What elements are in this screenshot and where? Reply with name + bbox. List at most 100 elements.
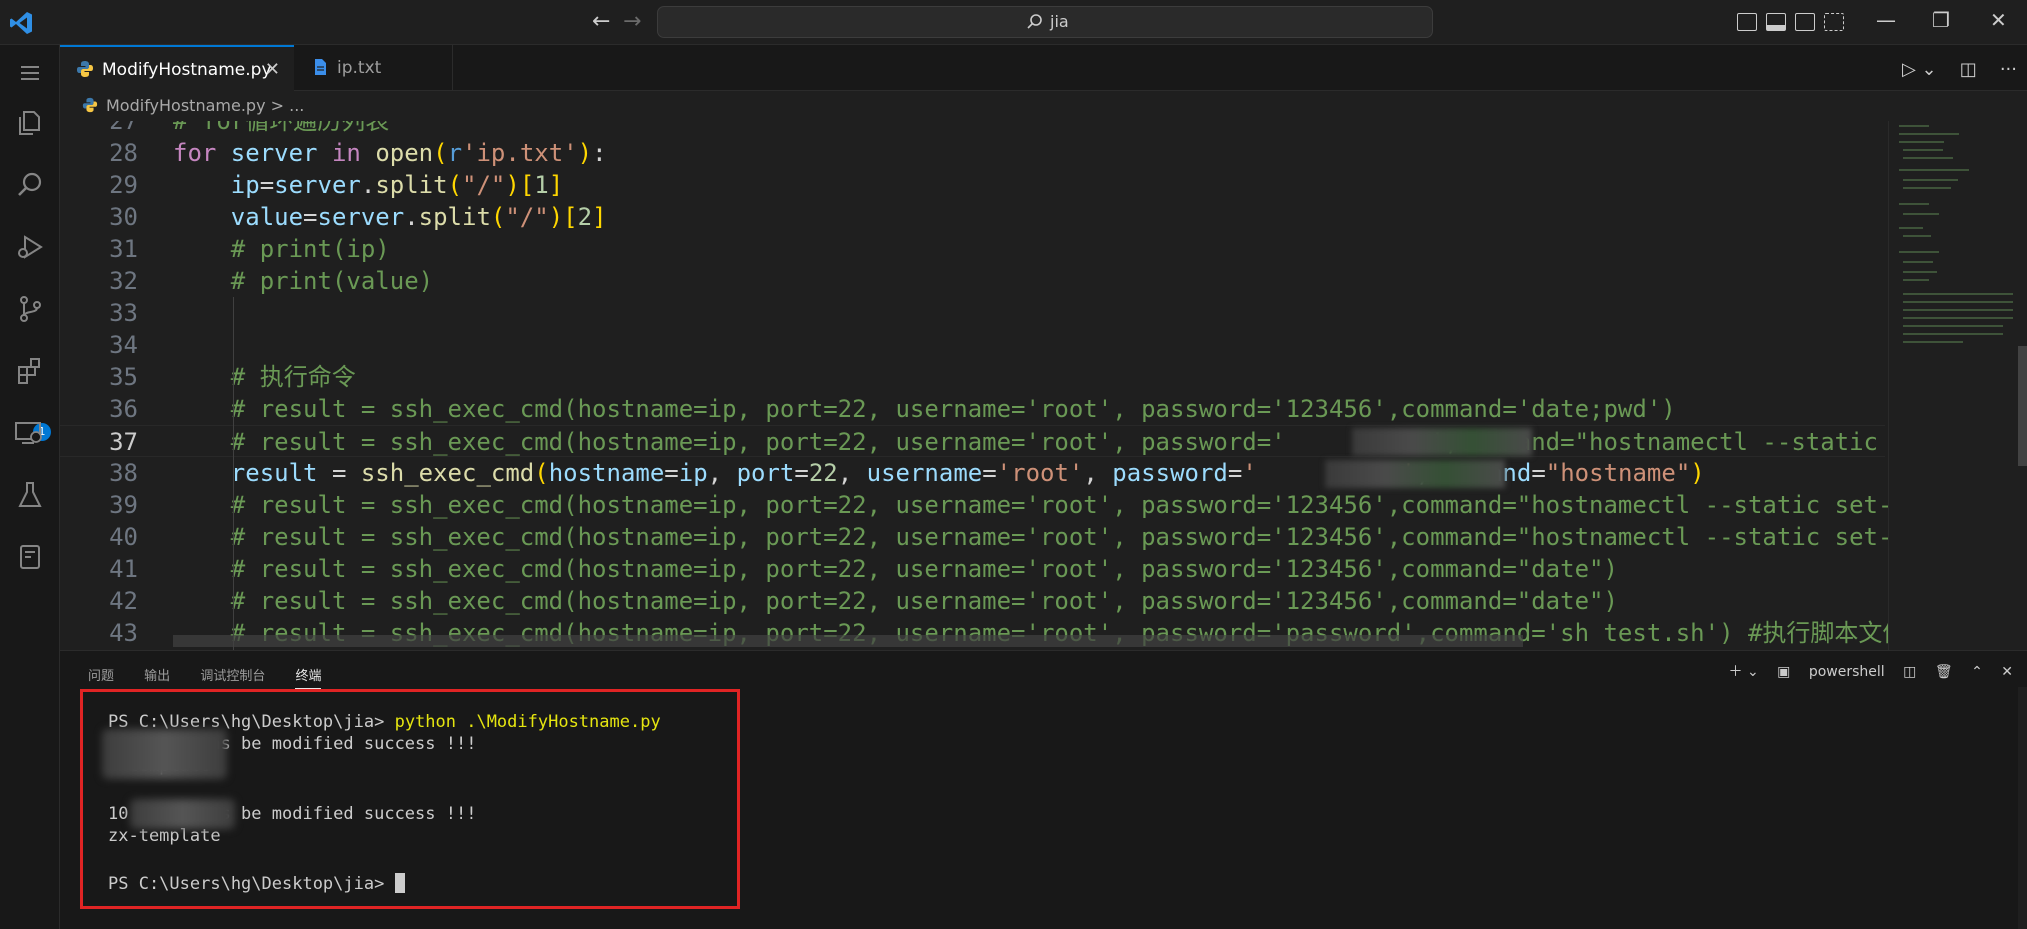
- code-line[interactable]: 27 # for循环遍历列表: [60, 121, 1885, 137]
- code-token: "/": [505, 203, 549, 231]
- split-editor-icon[interactable]: ◫: [1960, 59, 1977, 80]
- toggle-secondary-sidebar-icon[interactable]: [1795, 13, 1815, 31]
- restore-icon[interactable]: ❐: [1932, 8, 1950, 32]
- kill-terminal-icon[interactable]: 🗑: [1935, 664, 1953, 680]
- toggle-primary-sidebar-icon[interactable]: [1737, 13, 1757, 31]
- code-token: split: [375, 171, 448, 199]
- code-token: ,: [707, 459, 737, 487]
- code-token: ): [577, 139, 593, 167]
- remote-device-icon[interactable]: [14, 541, 46, 573]
- testing-icon[interactable]: [14, 479, 46, 511]
- code-line[interactable]: 34: [60, 329, 1885, 361]
- code-line[interactable]: 39 # result = ssh_exec_cmd(hostname=ip, …: [60, 489, 2027, 521]
- code-token: server: [230, 139, 332, 167]
- code-token: =: [259, 171, 275, 199]
- python-file-icon: [77, 61, 93, 77]
- toggle-panel-icon[interactable]: [1766, 13, 1786, 31]
- close-tab-icon[interactable]: ✕: [265, 47, 280, 93]
- command-center-search[interactable]: jia: [657, 6, 1433, 38]
- close-window-icon[interactable]: ✕: [1990, 8, 2007, 32]
- extensions-icon[interactable]: [14, 355, 46, 387]
- new-terminal-icon[interactable]: ＋ ⌄: [1729, 664, 1759, 680]
- code-line[interactable]: 32 # print(value): [60, 265, 1885, 297]
- vertical-scrollbar[interactable]: [2018, 121, 2027, 650]
- terminal-command: python .\ModifyHostname.py: [394, 712, 661, 732]
- minimap[interactable]: [1888, 121, 2018, 650]
- customize-layout-icon[interactable]: [1824, 13, 1844, 31]
- line-number: 42: [109, 587, 138, 615]
- line-number: 33: [109, 299, 138, 327]
- explorer-icon[interactable]: [14, 107, 46, 139]
- tab-debug-console[interactable]: 调试控制台: [200, 669, 265, 684]
- code-token: ,: [1083, 459, 1113, 487]
- more-actions-icon[interactable]: ···: [2000, 59, 2017, 80]
- run-python-file-icon[interactable]: ▷ ⌄: [1902, 59, 1937, 80]
- code-line[interactable]: 33: [60, 297, 1885, 329]
- indent-guide: [233, 297, 234, 650]
- terminal-shell-icon[interactable]: ▣: [1777, 664, 1790, 680]
- maximize-panel-icon[interactable]: ⌃: [1971, 664, 1983, 680]
- breadcrumb[interactable]: ModifyHostname.py > ...: [60, 91, 2027, 121]
- code-line[interactable]: 41 # result = ssh_exec_cmd(hostname=ip, …: [60, 553, 1885, 585]
- code-token: password: [1112, 459, 1228, 487]
- code-token: ): [1690, 459, 1705, 487]
- code-editor[interactable]: 27 # for循环遍历列表 28 for server in open(r'ip.t…: [60, 121, 2027, 650]
- search-view-icon[interactable]: [14, 169, 46, 201]
- code-token: (: [433, 139, 448, 167]
- panel-tabs: 问题 输出 调试控制台 终端: [88, 665, 347, 689]
- tab-output[interactable]: 输出: [144, 669, 170, 684]
- code-token: 'root': [996, 459, 1084, 487]
- code-token: ssh_exec_cmd: [360, 459, 535, 487]
- tab-terminal[interactable]: 终端: [295, 669, 322, 689]
- code-line[interactable]: 28 for server in open(r'ip.txt'):: [60, 137, 1885, 169]
- code-token: # result = ssh_exec_cmd(hostname=ip, por…: [230, 555, 1618, 583]
- code-token: [: [519, 171, 535, 199]
- code-line[interactable]: 31 # print(ip): [60, 233, 1885, 265]
- activity-bar: 1: [0, 45, 60, 929]
- panel-actions: ＋ ⌄ ▣ powershell ◫ 🗑 ⌃ ✕: [1715, 661, 2013, 681]
- menu-icon[interactable]: [14, 57, 46, 89]
- breadcrumb-file[interactable]: ModifyHostname.py: [106, 96, 266, 115]
- code-line[interactable]: 38 result = ssh_exec_cmd(hostname=ip, po…: [60, 457, 1885, 489]
- code-lines[interactable]: 27 # for循环遍历列表 28 for server in open(r'ip.t…: [60, 121, 2027, 649]
- code-token: # result = ssh_exec_cmd(hostname=ip, por…: [230, 587, 1618, 615]
- close-panel-icon[interactable]: ✕: [2001, 664, 2013, 680]
- code-line[interactable]: 36 # result = ssh_exec_cmd(hostname=ip, …: [60, 393, 1885, 425]
- terminal-scrollbar[interactable]: [2018, 687, 2027, 929]
- code-line[interactable]: 42 # result = ssh_exec_cmd(hostname=ip, …: [60, 585, 1885, 617]
- split-terminal-icon[interactable]: ◫: [1903, 664, 1916, 680]
- minimize-icon[interactable]: —: [1876, 8, 1896, 32]
- code-line[interactable]: 29 ip=server.split("/")[1]: [60, 169, 1885, 201]
- source-control-icon[interactable]: [14, 293, 46, 325]
- code-token: 1: [534, 171, 549, 199]
- go-back-icon[interactable]: ←: [592, 10, 610, 34]
- code-token: r: [447, 139, 463, 167]
- run-and-debug-icon[interactable]: [14, 231, 46, 263]
- code-token: =: [982, 459, 997, 487]
- shell-name[interactable]: powershell: [1809, 664, 1885, 680]
- terminal-output[interactable]: PS C:\Users\hg\Desktop\jia> python .\Mod…: [80, 687, 2000, 919]
- line-number: 37: [109, 428, 138, 456]
- tab-ip-txt[interactable]: ip.txt: [295, 45, 453, 91]
- tab-problems[interactable]: 问题: [88, 669, 114, 684]
- code-line[interactable]: 40 # result = ssh_exec_cmd(hostname=ip, …: [60, 521, 2027, 553]
- horizontal-scrollbar[interactable]: [173, 635, 1523, 647]
- code-token: .: [404, 203, 419, 231]
- code-token: .: [360, 171, 376, 199]
- line-number: 43: [109, 619, 138, 647]
- go-forward-icon[interactable]: →: [623, 10, 641, 34]
- code-line[interactable]: 37 # result = ssh_exec_cmd(hostname=ip, …: [60, 425, 2027, 457]
- remote-explorer-icon[interactable]: [12, 417, 44, 449]
- line-number: 27: [109, 121, 138, 135]
- code-token: port: [736, 459, 795, 487]
- breadcrumb-more[interactable]: ...: [289, 96, 304, 115]
- code-line[interactable]: 35 # 执行命令: [60, 361, 1885, 393]
- terminal-line: PS C:\Users\hg\Desktop\jia>: [108, 873, 405, 895]
- tab-modifyhostname-py[interactable]: ModifyHostname.py ✕: [60, 45, 294, 91]
- code-line[interactable]: 30 value=server.split("/")[2]: [60, 201, 1885, 233]
